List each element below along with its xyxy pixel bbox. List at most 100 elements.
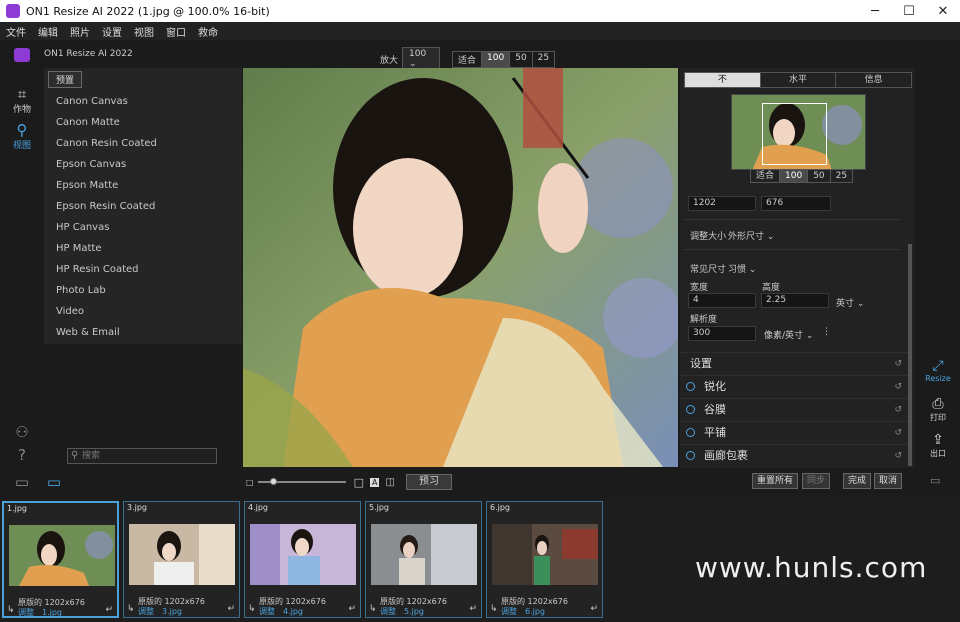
reset-icon[interactable]: ↺: [894, 422, 902, 444]
preset-item[interactable]: Canon Resin Coated: [56, 138, 157, 159]
sync-button[interactable]: 同步: [802, 473, 830, 489]
rotate-right-icon[interactable]: ↵: [469, 604, 477, 614]
presets-list: Canon Canvas Canon Matte Canon Resin Coa…: [56, 96, 157, 348]
rotate-left-icon[interactable]: ↳: [369, 604, 377, 614]
reset-icon[interactable]: ↺: [894, 353, 902, 375]
menu-settings[interactable]: 设置: [96, 24, 128, 39]
menu-view[interactable]: 视图: [128, 24, 160, 39]
thumb-filename: 3.jpg: [127, 503, 148, 512]
cancel-button[interactable]: 取消: [874, 473, 902, 489]
rotate-left-icon[interactable]: ↳: [248, 604, 256, 614]
rotate-right-icon[interactable]: ↵: [105, 605, 113, 615]
rotate-right-icon[interactable]: ↵: [227, 604, 235, 614]
tab-horizontal[interactable]: 水平: [761, 73, 837, 87]
unit-select[interactable]: 英寸 ⌄: [836, 296, 864, 309]
preview-button[interactable]: 预习: [406, 474, 452, 490]
resize-module-button[interactable]: ⤢ Resize: [918, 358, 958, 383]
reset-all-button[interactable]: 重置所有: [752, 473, 798, 489]
pixel-height-field[interactable]: 676: [761, 196, 831, 211]
thumbnail-card[interactable]: 3.jpg ↳ 原版的 1202x676 调整 3.jpg ↵: [123, 501, 240, 618]
thumbnail-card[interactable]: 5.jpg ↳ 原版的 1202x676 调整 5.jpg ↵: [365, 501, 482, 618]
thumbnail-card[interactable]: 1.jpg ↳ 原版的 1202x676 调整 1.jpg ↵: [2, 501, 119, 618]
resize-mode-select[interactable]: 外形尺寸 ⌄: [728, 229, 774, 242]
enable-toggle[interactable]: [686, 382, 695, 391]
compare-icon[interactable]: ◫: [385, 477, 394, 488]
panel-right-icon[interactable]: ▭: [930, 474, 940, 487]
minimize-button[interactable]: ─: [858, 0, 892, 22]
zoom-100-button[interactable]: 100: [482, 51, 511, 67]
close-button[interactable]: ✕: [926, 0, 960, 22]
preset-search-input[interactable]: ⚲ 搜索: [67, 448, 217, 464]
thumbnail-card[interactable]: 6.jpg ↳ 原版的 1202x676 调整 6.jpg ↵: [486, 501, 603, 618]
export-label: 出口: [930, 449, 946, 458]
filmstrip-toggle-icon[interactable]: ▭: [36, 474, 72, 490]
rotate-left-icon[interactable]: ↳: [490, 604, 498, 614]
sharpen-section[interactable]: 锐化 ↺: [680, 375, 908, 397]
tiling-section[interactable]: 平铺 ↺: [680, 421, 908, 443]
preset-item[interactable]: Epson Canvas: [56, 159, 157, 180]
preset-item[interactable]: Canon Canvas: [56, 96, 157, 117]
preset-item[interactable]: HP Resin Coated: [56, 264, 157, 285]
reset-icon[interactable]: ↺: [894, 399, 902, 421]
settings-section[interactable]: 设置 ↺: [680, 352, 908, 374]
preset-item[interactable]: Epson Resin Coated: [56, 201, 157, 222]
size-slider[interactable]: [257, 478, 346, 485]
preset-item[interactable]: HP Matte: [56, 243, 157, 264]
nav-50-button[interactable]: 50: [808, 170, 831, 182]
main-preview-image[interactable]: [243, 68, 678, 467]
nav-25-button[interactable]: 25: [831, 170, 852, 182]
nav-100-button[interactable]: 100: [780, 170, 809, 182]
crop-tool-button[interactable]: ⌗ 作物: [4, 86, 40, 115]
presets-header-button[interactable]: 预置: [48, 71, 83, 88]
a-toggle[interactable]: A: [369, 477, 380, 487]
more-options-icon[interactable]: ⋮: [822, 327, 831, 337]
height-input[interactable]: 2.25: [761, 293, 829, 308]
preset-item[interactable]: Canon Matte: [56, 117, 157, 138]
panel-left-icon[interactable]: ▭: [4, 474, 40, 490]
menu-window[interactable]: 窗口: [160, 24, 192, 39]
maximize-button[interactable]: ☐: [892, 0, 926, 22]
rotate-left-icon[interactable]: ↳: [7, 605, 15, 615]
width-input[interactable]: 4: [688, 293, 756, 308]
preset-item[interactable]: Epson Matte: [56, 180, 157, 201]
enable-toggle[interactable]: [686, 405, 695, 414]
menu-photo[interactable]: 照片: [64, 24, 96, 39]
preset-item[interactable]: Video: [56, 306, 157, 327]
thumb-adjusted: 调整 6.jpg: [501, 607, 546, 616]
common-size-select[interactable]: 习惯 ⌄: [728, 262, 756, 275]
reset-icon[interactable]: ↺: [894, 445, 902, 467]
preset-item[interactable]: HP Canvas: [56, 222, 157, 243]
resolution-unit-select[interactable]: 像素/英寸 ⌄: [764, 328, 813, 341]
done-button[interactable]: 完成: [843, 473, 871, 489]
enable-toggle[interactable]: [686, 428, 695, 437]
reset-icon[interactable]: ↺: [894, 376, 902, 398]
rotate-right-icon[interactable]: ↵: [590, 604, 598, 614]
nav-fit-button[interactable]: 适合: [751, 170, 781, 182]
right-panel-scrollbar[interactable]: [908, 244, 912, 466]
tab-none[interactable]: 不: [685, 73, 761, 87]
view-tool-button[interactable]: ⚲ 视图: [4, 122, 40, 151]
zoom-fit-button[interactable]: 适合: [453, 51, 483, 67]
navigator-viewport-box[interactable]: [762, 103, 827, 165]
search-icon: ⚲: [71, 450, 79, 461]
user-settings-icon[interactable]: ⚇: [4, 424, 40, 440]
pixel-width-field[interactable]: 1202: [688, 196, 756, 211]
preset-item[interactable]: Photo Lab: [56, 285, 157, 306]
menu-file[interactable]: 文件: [0, 24, 32, 39]
menu-edit[interactable]: 编辑: [32, 24, 64, 39]
preset-item[interactable]: Web & Email: [56, 327, 157, 348]
print-module-button[interactable]: ⎙ 打印: [918, 396, 958, 423]
zoom-25-button[interactable]: 25: [533, 52, 554, 67]
grain-section[interactable]: 谷膜 ↺: [680, 398, 908, 420]
menu-help[interactable]: 救命: [192, 24, 224, 39]
rotate-left-icon[interactable]: ↳: [127, 604, 135, 614]
enable-toggle[interactable]: [686, 451, 695, 460]
export-module-button[interactable]: ⇪ 出口: [918, 432, 958, 459]
help-icon[interactable]: ?: [4, 447, 40, 463]
zoom-50-button[interactable]: 50: [510, 51, 533, 67]
tab-info[interactable]: 信息: [836, 73, 911, 87]
rotate-right-icon[interactable]: ↵: [348, 604, 356, 614]
resolution-input[interactable]: 300: [688, 326, 756, 341]
gallery-wrap-section[interactable]: 画廊包裹 ↺: [680, 444, 908, 466]
thumbnail-card[interactable]: 4.jpg ↳ 原版的 1202x676 调整 4.jpg ↵: [244, 501, 361, 618]
